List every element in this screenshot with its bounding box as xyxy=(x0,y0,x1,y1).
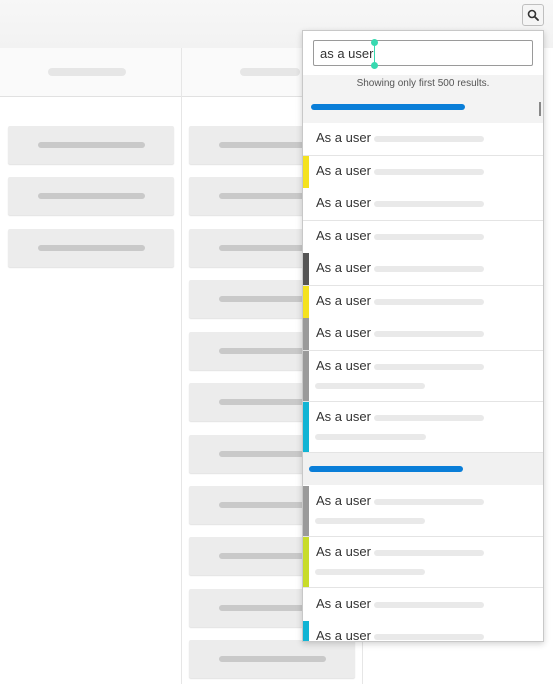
scrollbar-thumb[interactable] xyxy=(539,102,541,116)
result-text-placeholder xyxy=(374,415,484,421)
color-stripe xyxy=(303,486,309,536)
result-row[interactable]: As a user xyxy=(303,537,543,588)
selection-handle-bottom[interactable] xyxy=(371,62,378,69)
result-title: As a user xyxy=(316,325,371,340)
result-subtext-placeholder xyxy=(315,434,426,440)
search-icon xyxy=(527,9,539,21)
result-row[interactable]: As a user xyxy=(303,156,543,189)
result-title: As a user xyxy=(316,628,371,642)
text-caret xyxy=(374,43,375,64)
result-subtext-placeholder xyxy=(315,569,425,575)
result-row[interactable]: As a user xyxy=(303,318,543,351)
color-stripe xyxy=(303,156,309,188)
column-header xyxy=(0,48,181,97)
color-stripe xyxy=(303,402,309,452)
result-title: As a user xyxy=(316,409,371,424)
result-text-placeholder xyxy=(374,136,484,142)
color-stripe xyxy=(303,286,309,318)
color-stripe xyxy=(303,221,309,253)
result-row[interactable]: As a user xyxy=(303,221,543,254)
search-bar xyxy=(303,31,543,75)
color-stripe xyxy=(303,589,309,621)
color-stripe xyxy=(303,123,309,155)
result-title: As a user xyxy=(316,195,371,210)
card-title-placeholder xyxy=(38,245,145,251)
result-title: As a user xyxy=(316,596,371,611)
result-title: As a user xyxy=(316,493,371,508)
result-text-placeholder xyxy=(374,201,484,207)
color-stripe xyxy=(303,537,309,587)
results-info-text: Showing only first 500 results. xyxy=(356,78,490,89)
result-text-placeholder xyxy=(374,634,484,640)
color-stripe xyxy=(303,621,309,641)
column-title-placeholder xyxy=(240,68,300,76)
color-stripe xyxy=(303,351,309,401)
card-title-placeholder xyxy=(38,193,145,199)
board-card[interactable] xyxy=(8,177,174,215)
result-subtext-placeholder xyxy=(315,383,425,389)
result-row[interactable]: As a user xyxy=(303,402,543,453)
result-row[interactable]: As a user xyxy=(303,188,543,221)
result-text-placeholder xyxy=(374,266,484,272)
result-row[interactable]: As a user xyxy=(303,486,543,537)
result-text-placeholder xyxy=(374,602,484,608)
card-title-placeholder xyxy=(38,142,145,148)
result-text-placeholder xyxy=(374,299,484,305)
group-header-bar[interactable] xyxy=(311,104,465,110)
result-row[interactable]: As a user xyxy=(303,589,543,622)
result-row[interactable]: As a user xyxy=(303,253,543,286)
result-text-placeholder xyxy=(374,499,484,505)
board-card[interactable] xyxy=(8,126,174,164)
search-input[interactable] xyxy=(313,40,533,66)
board-card[interactable] xyxy=(189,640,355,678)
search-results-panel: Showing only first 500 results. As a use… xyxy=(302,30,544,642)
selection-handle-top[interactable] xyxy=(371,39,378,46)
result-text-placeholder xyxy=(374,234,484,240)
result-title: As a user xyxy=(316,163,371,178)
result-title: As a user xyxy=(316,544,371,559)
result-text-placeholder xyxy=(374,331,484,337)
column-title-placeholder xyxy=(48,68,126,76)
color-stripe xyxy=(303,318,309,350)
result-title: As a user xyxy=(316,260,371,275)
result-row[interactable]: As a user xyxy=(303,351,543,402)
group-header-bar-2[interactable] xyxy=(309,466,463,472)
result-row[interactable]: As a user xyxy=(303,621,543,642)
color-stripe xyxy=(303,188,309,220)
result-title: As a user xyxy=(316,228,371,243)
board-card[interactable] xyxy=(8,229,174,267)
result-subtext-placeholder xyxy=(315,518,425,524)
result-title: As a user xyxy=(316,130,371,145)
result-text-placeholder xyxy=(374,550,484,556)
result-row[interactable]: As a user xyxy=(303,286,543,319)
result-row[interactable]: As a user xyxy=(303,123,543,156)
search-button[interactable] xyxy=(522,4,544,26)
card-title-placeholder xyxy=(219,656,326,662)
result-title: As a user xyxy=(316,358,371,373)
result-text-placeholder xyxy=(374,364,484,370)
result-title: As a user xyxy=(316,293,371,308)
result-text-placeholder xyxy=(374,169,484,175)
color-stripe xyxy=(303,253,309,285)
